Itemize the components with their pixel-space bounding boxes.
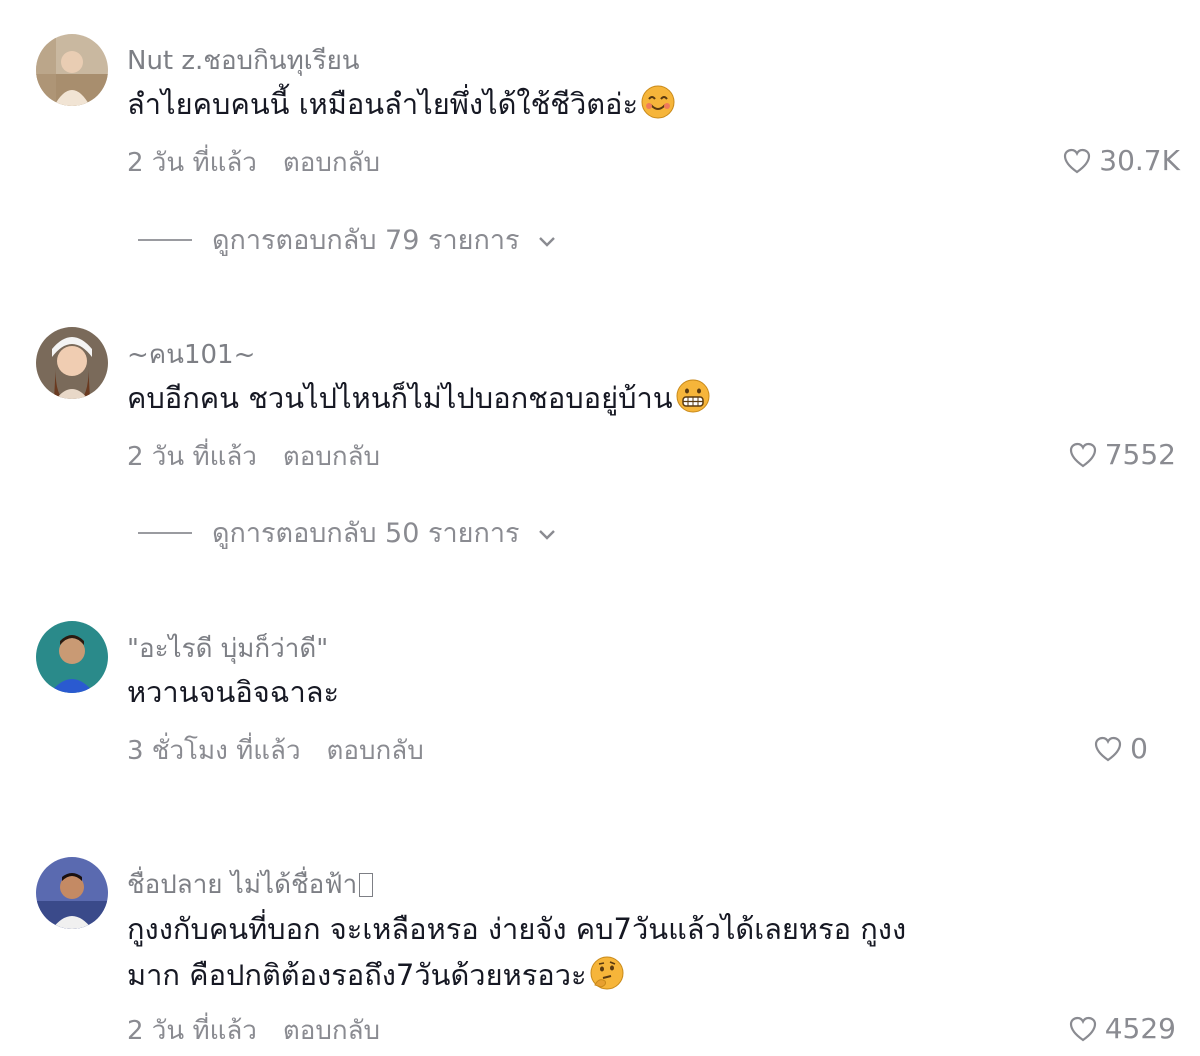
comment-text: กูงงกับคนที่บอก จะเหลือหรอ ง่ายจัง คบ7วั… <box>127 906 906 998</box>
chevron-down-icon <box>537 517 557 548</box>
comment-text-content: มาก คือปกติต้องรอถึง7วันด้วยหรอวะ <box>127 958 587 992</box>
reply-button[interactable]: ตอบกลับ <box>283 442 380 472</box>
like-button[interactable]: 30.7K <box>1063 144 1180 177</box>
view-replies-button[interactable]: ดูการตอบกลับ 50 รายการ <box>138 511 557 554</box>
heart-icon <box>1063 148 1091 174</box>
comment-meta: 2 วัน ที่แล้ว ตอบกลับ <box>127 1010 380 1051</box>
reply-button[interactable]: ตอบกลับ <box>283 148 380 178</box>
view-replies-button[interactable]: ดูการตอบกลับ 79 รายการ <box>138 218 557 261</box>
like-count: 7552 <box>1104 438 1176 471</box>
heart-icon <box>1069 1016 1097 1042</box>
view-replies-label: ดูการตอบกลับ 79 รายการ <box>212 225 520 256</box>
grimacing-face-icon <box>675 378 711 414</box>
heart-icon <box>1094 736 1122 762</box>
comment-text-content: คบอีกคน ชวนไปไหนก็ไม่ไปบอกชอบอยู่บ้าน <box>127 381 673 415</box>
smiling-face-with-hearts-icon <box>640 84 676 120</box>
divider <box>138 531 192 534</box>
divider <box>138 238 192 241</box>
like-count: 4529 <box>1104 1012 1176 1045</box>
comment-username[interactable]: ~คน101~ <box>127 334 255 375</box>
avatar[interactable] <box>36 34 108 106</box>
chevron-down-icon <box>537 224 557 255</box>
comment-time: 2 วัน ที่แล้ว <box>127 442 257 472</box>
missing-glyph-icon <box>359 873 374 897</box>
comment-meta: 2 วัน ที่แล้ว ตอบกลับ <box>127 142 380 183</box>
comment-time: 3 ชั่วโมง ที่แล้ว <box>127 736 301 766</box>
comment-meta: 2 วัน ที่แล้ว ตอบกลับ <box>127 436 380 477</box>
comment-username[interactable]: Nut z.ชอบกินทุเรียน <box>127 40 360 81</box>
comment-username-text: ชื่อปลาย ไม่ได้ชื่อฟ้า <box>127 870 358 900</box>
avatar[interactable] <box>36 621 108 693</box>
reply-button[interactable]: ตอบกลับ <box>327 736 424 766</box>
comment-text-content: หวานจนอิจฉาละ <box>127 675 340 709</box>
comment-text-content: ลำไยคบคนนี้ เหมือนลำไยพึ่งได้ใช้ชีวิตอ่ะ <box>127 87 639 121</box>
like-button[interactable]: 4529 <box>1069 1012 1176 1045</box>
thinking-face-icon <box>589 955 625 991</box>
view-replies-label: ดูการตอบกลับ 50 รายการ <box>212 518 520 549</box>
like-count: 30.7K <box>1099 144 1180 177</box>
comment-text-line: กูงงกับคนที่บอก จะเหลือหรอ ง่ายจัง คบ7วั… <box>127 912 907 946</box>
avatar[interactable] <box>36 327 108 399</box>
comment-time: 2 วัน ที่แล้ว <box>127 148 257 178</box>
comment-username[interactable]: ชื่อปลาย ไม่ได้ชื่อฟ้า <box>127 864 374 905</box>
avatar[interactable] <box>36 857 108 929</box>
like-button[interactable]: 0 <box>1094 732 1148 765</box>
comment-username[interactable]: "อะไรดี บุ่มก็ว่าดี" <box>127 628 328 669</box>
reply-button[interactable]: ตอบกลับ <box>283 1016 380 1046</box>
comment-text-line: มาก คือปกติต้องรอถึง7วันด้วยหรอวะ <box>127 952 906 998</box>
comment-text: คบอีกคน ชวนไปไหนก็ไม่ไปบอกชอบอยู่บ้าน <box>127 376 711 420</box>
like-button[interactable]: 7552 <box>1069 438 1176 471</box>
comment-text: ลำไยคบคนนี้ เหมือนลำไยพึ่งได้ใช้ชีวิตอ่ะ <box>127 82 676 126</box>
comment-time: 2 วัน ที่แล้ว <box>127 1016 257 1046</box>
comment-meta: 3 ชั่วโมง ที่แล้ว ตอบกลับ <box>127 730 424 771</box>
like-count: 0 <box>1130 732 1148 765</box>
comment-text: หวานจนอิจฉาละ <box>127 670 339 714</box>
heart-icon <box>1069 442 1097 468</box>
